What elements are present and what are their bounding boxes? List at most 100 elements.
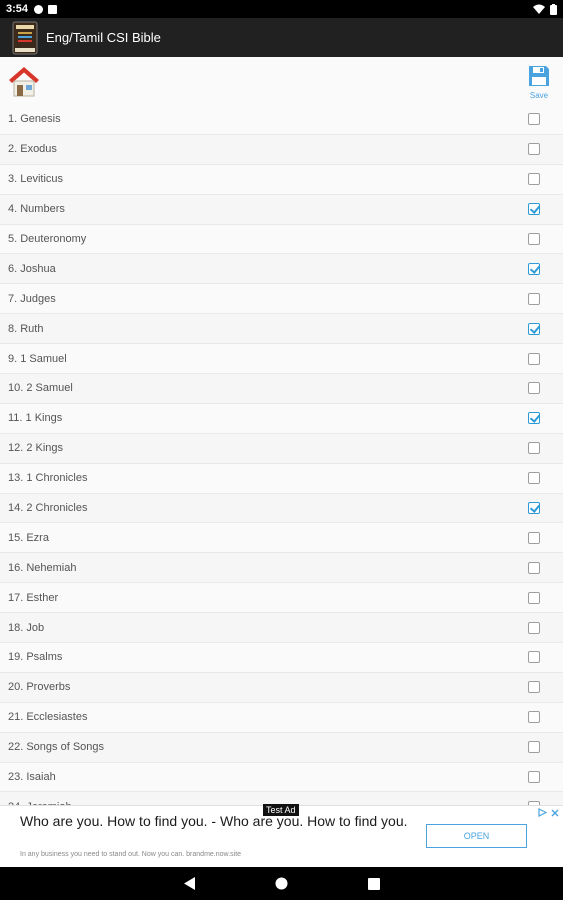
book-checkbox[interactable] [528, 352, 540, 365]
book-label: 12. 2 Kings [8, 442, 64, 455]
floppy-disk-icon [529, 66, 549, 86]
book-label: 6. Joshua [8, 262, 56, 275]
book-checkbox[interactable] [528, 322, 540, 335]
book-list[interactable]: 1. Genesis 2. Exodus 3. Leviticus 4. Number… [0, 105, 563, 805]
book-row[interactable]: 16. Nehemiah [0, 553, 563, 584]
book-checkbox[interactable] [528, 741, 540, 754]
recents-icon [367, 877, 380, 890]
book-row[interactable]: 20. Proverbs [0, 672, 563, 703]
book-checkbox[interactable] [528, 143, 540, 156]
book-checkbox[interactable] [528, 203, 540, 216]
book-row[interactable]: 8. Ruth [0, 314, 563, 345]
book-checkbox[interactable] [528, 531, 540, 544]
book-checkbox[interactable] [528, 262, 540, 275]
book-label: 8. Ruth [8, 322, 44, 335]
save-label: Save [529, 91, 549, 100]
ad-headline[interactable]: Who are you. How to find you. - Who are … [20, 812, 410, 831]
book-checkbox[interactable] [528, 651, 540, 664]
book-label: 23. Isaiah [8, 771, 56, 784]
book-checkbox[interactable] [528, 771, 540, 784]
book-label: 14. 2 Chronicles [8, 502, 88, 515]
book-label: 15. Ezra [8, 531, 49, 544]
toolbar: Save [0, 57, 563, 105]
book-checkbox[interactable] [528, 412, 540, 425]
adchoices-icon[interactable] [538, 808, 547, 817]
book-row[interactable]: 13. 1 Chronicles [0, 463, 563, 494]
ad-open-button[interactable]: OPEN [426, 824, 527, 848]
ad-choices[interactable] [538, 808, 559, 817]
book-row[interactable]: 15. Ezra [0, 523, 563, 554]
nav-home-icon [275, 877, 288, 890]
book-label: 13. 1 Chronicles [8, 472, 88, 485]
home-button[interactable] [7, 64, 41, 98]
book-label: 18. Job [8, 621, 45, 634]
bible-app-icon [12, 21, 38, 54]
book-row[interactable]: 14. 2 Chronicles [0, 493, 563, 524]
book-row[interactable]: 17. Esther [0, 583, 563, 614]
book-row[interactable]: 1. Genesis [0, 105, 563, 135]
book-row[interactable]: 11. 1 Kings [0, 403, 563, 434]
book-label: 20. Proverbs [8, 681, 71, 694]
app-screen: 3:54 Eng/Tamil CSI Bible Save 1. Genesis… [0, 0, 563, 900]
book-row[interactable]: 21. Ecclesiastes [0, 702, 563, 733]
book-checkbox[interactable] [528, 502, 540, 515]
book-label: 5. Deuteronomy [8, 233, 87, 245]
back-button[interactable] [183, 877, 197, 891]
book-row[interactable]: 9. 1 Samuel [0, 344, 563, 375]
book-row[interactable]: 18. Job [0, 613, 563, 644]
book-checkbox[interactable] [528, 472, 540, 485]
battery-icon [550, 3, 557, 15]
book-row[interactable]: 5. Deuteronomy [0, 224, 563, 255]
book-label: 21. Ecclesiastes [8, 711, 88, 724]
book-row[interactable]: 6. Joshua [0, 254, 563, 285]
book-label: 2. Exodus [8, 143, 57, 156]
book-checkbox[interactable] [528, 382, 540, 395]
book-label: 4. Numbers [8, 203, 65, 216]
book-checkbox[interactable] [528, 173, 540, 186]
back-icon [183, 877, 195, 890]
book-row[interactable]: 4. Numbers [0, 194, 563, 225]
book-row[interactable]: 23. Isaiah [0, 762, 563, 793]
book-label: 1. Genesis [8, 113, 61, 126]
book-row[interactable]: 2. Exodus [0, 134, 563, 165]
close-icon[interactable] [551, 809, 559, 817]
ad-body: In any business you need to stand out. N… [20, 851, 242, 858]
book-checkbox[interactable] [528, 113, 540, 126]
save-button[interactable]: Save [524, 64, 554, 104]
recents-button[interactable] [367, 877, 381, 891]
app-title: Eng/Tamil CSI Bible [46, 30, 161, 45]
nav-home-button[interactable] [275, 877, 289, 891]
book-checkbox[interactable] [528, 292, 540, 305]
book-checkbox[interactable] [528, 711, 540, 724]
notification-icon [48, 4, 58, 14]
status-bar: 3:54 [0, 0, 563, 18]
book-checkbox[interactable] [528, 591, 540, 604]
book-label: 7. Judges [8, 292, 56, 305]
book-row[interactable]: 7. Judges [0, 284, 563, 315]
book-checkbox[interactable] [528, 233, 540, 245]
book-checkbox[interactable] [528, 621, 540, 634]
book-checkbox[interactable] [528, 681, 540, 694]
book-checkbox[interactable] [528, 561, 540, 574]
book-row[interactable]: 3. Leviticus [0, 164, 563, 195]
book-label: 10. 2 Samuel [8, 382, 73, 395]
book-row[interactable]: 10. 2 Samuel [0, 374, 563, 404]
status-time: 3:54 [6, 3, 29, 15]
book-row[interactable]: 19. Psalms [0, 643, 563, 673]
navigation-bar [0, 867, 563, 900]
book-label: 19. Psalms [8, 651, 63, 664]
book-label: 3. Leviticus [8, 173, 64, 186]
book-row[interactable]: 12. 2 Kings [0, 433, 563, 464]
app-bar: Eng/Tamil CSI Bible [0, 18, 563, 57]
book-checkbox[interactable] [528, 442, 540, 455]
book-row[interactable]: 22. Songs of Songs [0, 732, 563, 763]
book-label: 16. Nehemiah [8, 561, 77, 574]
book-label: 22. Songs of Songs [8, 741, 105, 754]
book-label: 17. Esther [8, 591, 59, 604]
book-label: 11. 1 Kings [8, 412, 63, 425]
book-label: 9. 1 Samuel [8, 352, 67, 365]
wifi-icon [533, 4, 545, 14]
notification-icon [34, 4, 44, 14]
home-icon [9, 67, 39, 97]
ad-banner[interactable]: Test Ad Who are you. How to find you. - … [0, 804, 563, 867]
